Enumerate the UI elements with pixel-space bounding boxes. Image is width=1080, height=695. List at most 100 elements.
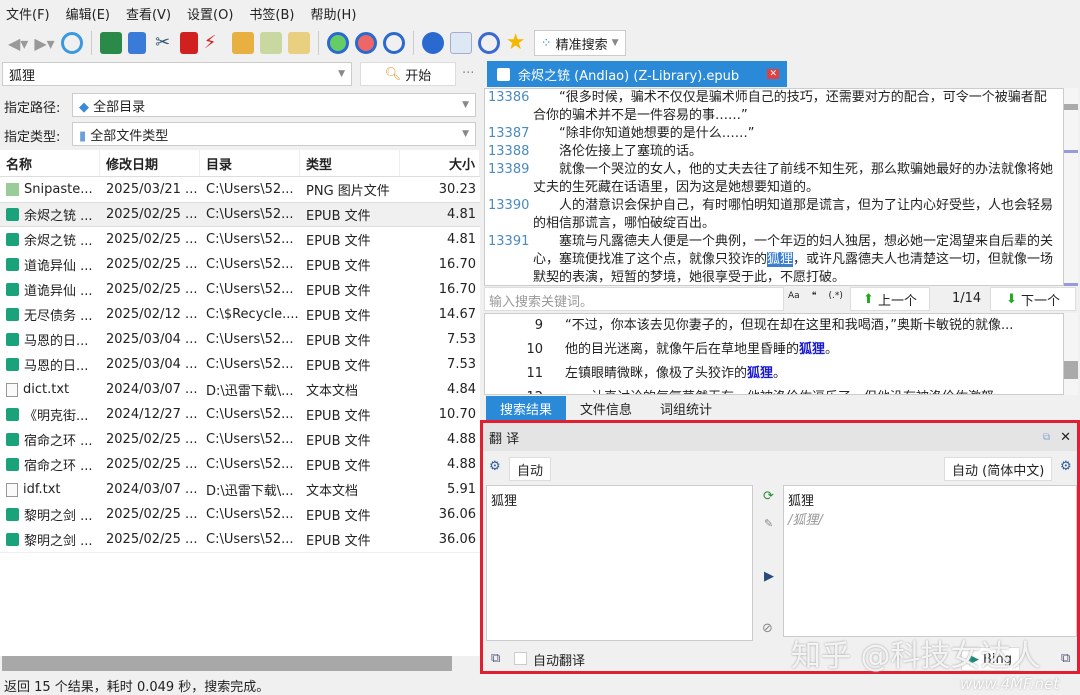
refresh-icon[interactable]: ⟳ (763, 489, 774, 504)
cell-date: 2025/02/25 ... (100, 232, 200, 247)
trash-icon[interactable] (179, 32, 198, 54)
scissors-icon[interactable]: ✂ (152, 32, 174, 54)
broom-icon[interactable]: ⚡ (204, 32, 226, 54)
table-row[interactable]: 宿命之环 ... 2025/02/25 ... C:\Users\52... EPUB… (0, 427, 480, 452)
table-row[interactable]: 道诡异仙 ... 2025/02/25 ... C:\Users\52... EPUB… (0, 252, 480, 277)
arrow-down-icon: ⬇ (1006, 291, 1017, 307)
column-header[interactable]: 目录 (200, 150, 300, 176)
start-search-button[interactable]: 🔍︎ 开始 (360, 62, 456, 86)
tab-bottom-1[interactable]: 文件信息 (566, 396, 646, 420)
sync-icon[interactable] (421, 32, 444, 54)
gear-icon[interactable]: ⚙ (1060, 459, 1072, 474)
reader-view[interactable]: 13386 “很多时候，骗术不仅仅是骗术师自己的技巧，还需要对方的配合，可令一个… (484, 88, 1064, 286)
cell-text: C:\Users\52... (206, 232, 294, 247)
search-icon[interactable] (382, 32, 405, 54)
cell-size: 10.70 (400, 407, 480, 422)
clear-icon[interactable]: ⊘ (762, 621, 773, 636)
zoom-out-icon[interactable] (354, 32, 377, 54)
translate-icon[interactable] (449, 32, 472, 54)
more-button[interactable]: ··· (462, 66, 474, 81)
table-row[interactable]: 黎明之剑 ... 2025/02/25 ... C:\Users\52... EPUB… (0, 502, 480, 527)
zoom-in-icon[interactable] (326, 32, 349, 54)
regex-toggle[interactable]: (.*) (829, 291, 843, 301)
table-row[interactable]: Snipaste... 2025/03/21 ... C:\Users\52... P… (0, 177, 480, 202)
table-row[interactable]: 《明克街... 2024/12/27 ... C:\Users\52... EPUB … (0, 402, 480, 427)
search-results-list[interactable]: 9 “不过，你本该去见你妻子的，但现在却在这里和我喝酒，”奥斯卡敏锐的就像... 1… (484, 313, 1064, 395)
menu-item[interactable]: 查看(V) (126, 4, 171, 23)
cell-text: EPUB 文件 (306, 309, 371, 324)
cell-dir: C:\Users\52... (200, 432, 300, 447)
export-icon[interactable] (259, 32, 282, 54)
result-item[interactable]: 10 他的目光迷离，就像午后在草地里昏睡的狐狸。 (485, 338, 1063, 362)
cell-text: EPUB 文件 (306, 334, 371, 349)
document-icon[interactable] (127, 32, 146, 54)
search-input[interactable]: 狐狸 ▼ (2, 62, 352, 86)
type-select[interactable]: ▮ 全部文件类型 ▼ (72, 122, 476, 146)
close-icon[interactable]: ✕ (767, 69, 779, 79)
phonetic: /狐狸/ (788, 513, 823, 528)
result-text-after: 。 (773, 366, 787, 381)
whole-word-toggle[interactable]: ❝ (812, 291, 817, 301)
folder-search-icon[interactable] (231, 32, 254, 54)
import-icon[interactable] (287, 32, 310, 54)
path-select[interactable]: ◆ 全部目录 ▼ (72, 93, 476, 117)
column-header[interactable]: 大小 (400, 150, 480, 176)
copy-icon[interactable]: ⧉ (491, 651, 500, 666)
horizontal-scrollbar[interactable] (2, 656, 452, 671)
table-row[interactable]: 马恩的日... 2025/03/04 ... C:\Users\52... EPUB … (0, 352, 480, 377)
cell-type: EPUB 文件 (300, 255, 400, 274)
gear-icon[interactable]: ⚙ (489, 459, 501, 474)
table-row[interactable]: dict.txt 2024/03/07 ... D:\迅雷下载\... 文本文档 4.8… (0, 377, 480, 402)
cell-text: C:\Users\52... (206, 407, 294, 422)
table-row[interactable]: 无尽债务 ... 2025/02/12 ... C:\$Recycle.... EPU… (0, 302, 480, 327)
cell-text: 2025/02/25 ... (106, 457, 198, 472)
menu-item[interactable]: 编辑(E) (66, 4, 110, 23)
auto-translate-checkbox[interactable] (514, 652, 527, 665)
menu-item[interactable]: 文件(F) (6, 4, 50, 23)
table-row[interactable]: idf.txt 2024/03/07 ... D:\迅雷下载\... 文本文档 5.91 (0, 477, 480, 502)
results-scrollbar[interactable] (1064, 313, 1078, 395)
prev-match-button[interactable]: ⬆ 上一个 (850, 287, 930, 311)
target-language-button[interactable]: 自动 (简体中文) (944, 457, 1053, 481)
table-row[interactable]: 宿命之环 ... 2025/02/25 ... C:\Users\52... EPUB… (0, 452, 480, 477)
star-icon[interactable]: ★ (506, 32, 528, 54)
float-icon[interactable]: ⧉ (1043, 432, 1050, 443)
table-row[interactable]: 马恩的日... 2025/03/04 ... C:\Users\52... EPUB … (0, 327, 480, 352)
column-header[interactable]: 修改日期 (100, 150, 200, 176)
result-text-area[interactable]: 狐狸 /狐狸/ (783, 485, 1077, 637)
next-match-button[interactable]: ⬇ 下一个 (990, 287, 1076, 311)
excel-icon[interactable] (99, 32, 122, 54)
menu-item[interactable]: 书签(B) (249, 4, 294, 23)
table-row[interactable]: 道诡异仙 ... 2025/02/25 ... C:\Users\52... EPUB… (0, 277, 480, 302)
tab-document[interactable]: 余烬之铳 (Andlao) (Z-Library).epub ✕ (487, 61, 787, 87)
result-item[interactable]: 9 “不过，你本该去见你妻子的，但现在却在这里和我喝酒，”奥斯卡敏锐的就像... (485, 314, 1063, 338)
history-icon[interactable] (60, 32, 83, 54)
source-text-area[interactable]: 狐狸 (486, 485, 753, 641)
cell-size: 4.88 (400, 432, 480, 447)
find-input[interactable]: 输入搜索关键词。 (484, 287, 784, 311)
result-item[interactable]: 12 认真讨论的气氛草然无存，他被洛伦佐逗乐了，但他没有被洛伦佐激怒 (485, 386, 1063, 394)
table-row[interactable]: 黎明之剑 ... 2025/02/25 ... C:\Users\52... EPUB… (0, 527, 480, 552)
tab-bottom-2[interactable]: 词组统计 (646, 396, 726, 420)
source-language-button[interactable]: 自动 (509, 457, 552, 481)
reader-scrollbar[interactable] (1064, 88, 1078, 286)
play-icon[interactable]: ▶ (764, 569, 774, 584)
table-row[interactable]: 余烬之铳 ... 2025/02/25 ... C:\Users\52... EPUB… (0, 227, 480, 252)
line-number: 13391 (488, 234, 530, 249)
match-case-toggle[interactable]: Aa (788, 291, 800, 301)
back-icon[interactable]: ◀▾ (8, 34, 28, 53)
menu-item[interactable]: 帮助(H) (310, 4, 356, 23)
result-item[interactable]: 11 左镇眼睛微眯，像极了头狡诈的狐狸。 (485, 362, 1063, 386)
column-header[interactable]: 类型 (300, 150, 400, 176)
analyze-icon[interactable] (477, 32, 500, 54)
epub-icon (6, 458, 19, 471)
table-row[interactable]: 余烬之铳 ... 2025/02/25 ... C:\Users\52... EPUB… (0, 202, 480, 227)
close-icon[interactable]: ✕ (1060, 430, 1071, 445)
column-header[interactable]: 名称 (0, 150, 100, 176)
precise-search-dropdown[interactable]: ⁘ 精准搜索 ▼ (533, 30, 626, 56)
menu-item[interactable]: 设置(O) (187, 4, 233, 23)
forward-icon[interactable]: ▶▾ (34, 34, 54, 53)
clean-icon[interactable]: ✎ (764, 517, 773, 530)
copy-icon[interactable]: ⧉ (1061, 651, 1070, 666)
tab-bottom-0[interactable]: 搜索结果 (486, 396, 567, 420)
